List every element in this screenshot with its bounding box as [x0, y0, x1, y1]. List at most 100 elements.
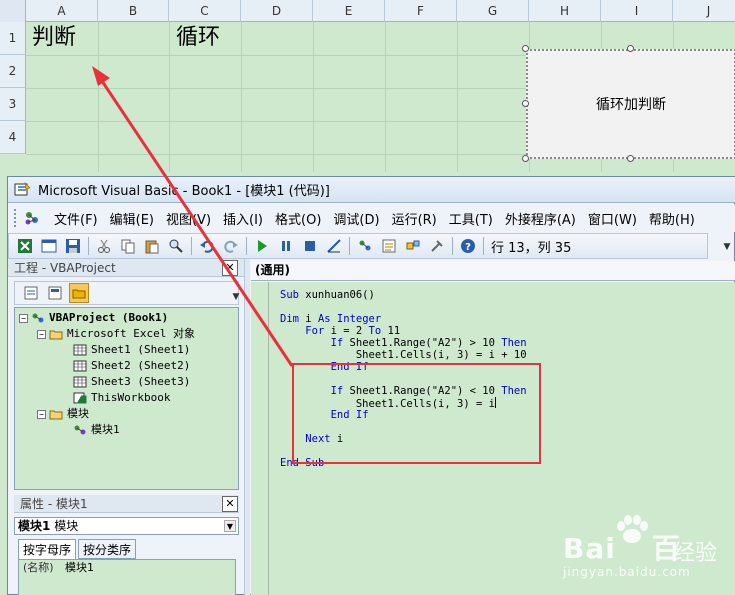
property-row[interactable]: (名称) 模块1 [19, 560, 235, 576]
insert-userform-icon[interactable] [39, 236, 59, 256]
undo-icon[interactable] [197, 236, 217, 256]
object-browser-icon[interactable] [403, 236, 423, 256]
code-margin[interactable] [251, 282, 269, 595]
code-line[interactable]: For i = 2 To 11 [280, 325, 400, 337]
project-toolbar-chevron-icon[interactable]: ▼ [229, 292, 243, 306]
resize-handle[interactable] [627, 155, 634, 162]
tree-node-module1[interactable]: 模块1 [73, 422, 120, 438]
menu-help[interactable]: 帮助(H) [643, 209, 701, 228]
code-line[interactable]: If Sheet1.Range("A2") > 10 Then [280, 337, 527, 349]
cell-c1[interactable]: 循环 [176, 24, 220, 52]
vba-document-icon[interactable] [22, 208, 42, 228]
macro-button-label: 循环加判断 [596, 97, 666, 113]
properties-object-dropdown[interactable]: 模块1 模块 ▼ [14, 517, 239, 535]
run-icon[interactable] [252, 236, 272, 256]
title-bar[interactable]: Microsoft Visual Basic - Book1 - [模块1 (代… [8, 177, 735, 203]
column-header-a[interactable]: A [26, 0, 98, 22]
menu-view[interactable]: 视图(V) [160, 209, 217, 228]
code-line[interactable]: Sub xunhuan06() [280, 289, 375, 301]
menu-file[interactable]: 文件(F) [48, 209, 104, 228]
tree-label: ThisWorkbook [91, 391, 171, 404]
collapse-icon[interactable]: − [19, 313, 28, 323]
grid-line [169, 22, 170, 172]
row-header-1[interactable]: 1 [0, 22, 26, 55]
menu-window[interactable]: 窗口(W) [582, 209, 643, 228]
column-header-c[interactable]: C [169, 0, 241, 22]
worksheet-icon [73, 376, 87, 388]
grid-line [385, 22, 386, 172]
column-header-g[interactable]: G [457, 0, 529, 22]
tab-alphabetic[interactable]: 按字母序 [18, 539, 77, 559]
macro-button-shape[interactable]: 循环加判断 [526, 49, 735, 159]
toggle-folders-icon[interactable] [69, 283, 89, 303]
copy-icon[interactable] [118, 236, 138, 256]
collapse-icon[interactable]: − [37, 329, 46, 339]
resize-handle[interactable] [522, 100, 529, 107]
svg-text:?: ? [465, 242, 471, 253]
paste-icon[interactable] [142, 236, 162, 256]
menu-tools[interactable]: 工具(T) [443, 209, 499, 228]
select-all-corner[interactable] [0, 0, 26, 22]
tree-node-sheet1[interactable]: Sheet1 (Sheet1) [73, 342, 190, 358]
resize-handle[interactable] [522, 45, 529, 52]
column-header-b[interactable]: B [98, 0, 169, 22]
menu-debug[interactable]: 调试(D) [327, 209, 385, 228]
toolbar-separator [483, 237, 484, 255]
collapse-icon[interactable]: − [37, 409, 46, 419]
cell-a1[interactable]: 判断 [32, 24, 76, 52]
code-line[interactable]: Dim i As Integer [280, 313, 381, 325]
tree-node-excel-objects[interactable]: − Microsoft Excel 对象 [37, 326, 195, 342]
toolbar-separator [88, 237, 89, 255]
column-header-i[interactable]: I [601, 0, 673, 22]
dropdown-arrow-icon[interactable]: ▼ [224, 520, 236, 532]
resize-handle[interactable] [522, 155, 529, 162]
tab-categorized[interactable]: 按分类序 [78, 539, 137, 559]
view-object-icon[interactable] [45, 283, 65, 303]
column-header-row: A B C D E F G H I J [0, 0, 735, 22]
find-icon[interactable] [166, 236, 186, 256]
properties-pane-close-icon[interactable]: ✕ [222, 496, 238, 512]
project-explorer-icon[interactable] [355, 236, 375, 256]
properties-window-icon[interactable] [379, 236, 399, 256]
design-mode-icon[interactable] [324, 236, 344, 256]
redo-icon[interactable] [221, 236, 241, 256]
excel-view-icon[interactable] [15, 236, 35, 256]
resize-handle[interactable] [627, 45, 634, 52]
menu-format[interactable]: 格式(O) [269, 209, 327, 228]
row-header-4[interactable]: 4 [0, 121, 26, 154]
save-icon[interactable] [63, 236, 83, 256]
pane-splitter[interactable] [244, 259, 250, 595]
toolbar-overflow-chevron-icon[interactable]: ▼ [720, 242, 734, 256]
cut-icon[interactable] [94, 236, 114, 256]
cursor-position-status: 行 13，列 35 [491, 240, 572, 256]
menu-run[interactable]: 运行(R) [386, 209, 443, 228]
menu-edit[interactable]: 编辑(E) [104, 209, 160, 228]
code-line[interactable]: Sheet1.Cells(i, 3) = i + 10 [280, 349, 527, 361]
baidu-jingyan-watermark: Bai 百 经验 jingyan.baidu.com [563, 515, 733, 590]
project-pane-close-icon[interactable]: ✕ [222, 260, 238, 276]
tree-node-sheet2[interactable]: Sheet2 (Sheet2) [73, 358, 190, 374]
stop-icon[interactable] [300, 236, 320, 256]
column-header-f[interactable]: F [385, 0, 457, 22]
menu-grip[interactable] [14, 209, 18, 227]
tree-node-modules[interactable]: − 模块 [37, 406, 89, 422]
menu-addins[interactable]: 外接程序(A) [499, 209, 582, 228]
menu-insert[interactable]: 插入(I) [217, 209, 269, 228]
tree-node-thisworkbook[interactable]: ThisWorkbook [73, 390, 170, 406]
object-combobox[interactable]: (通用) [255, 262, 290, 279]
column-header-e[interactable]: E [313, 0, 385, 22]
help-icon[interactable]: ? [458, 236, 478, 256]
pause-icon[interactable] [276, 236, 296, 256]
menu-bar: 文件(F) 编辑(E) 视图(V) 插入(I) 格式(O) 调试(D) 运行(R… [8, 204, 735, 232]
column-header-d[interactable]: D [241, 0, 313, 22]
property-value[interactable]: 模块1 [61, 560, 94, 576]
tree-node-sheet3[interactable]: Sheet3 (Sheet3) [73, 374, 190, 390]
row-header-3[interactable]: 3 [0, 88, 26, 121]
toolbar-separator [452, 237, 453, 255]
row-header-2[interactable]: 2 [0, 55, 26, 88]
tree-node-vbaproject[interactable]: − VBAProject (Book1) [19, 310, 168, 326]
column-header-j[interactable]: J [673, 0, 735, 22]
toolbox-icon[interactable] [427, 236, 447, 256]
column-header-h[interactable]: H [529, 0, 601, 22]
view-code-icon[interactable] [21, 283, 41, 303]
